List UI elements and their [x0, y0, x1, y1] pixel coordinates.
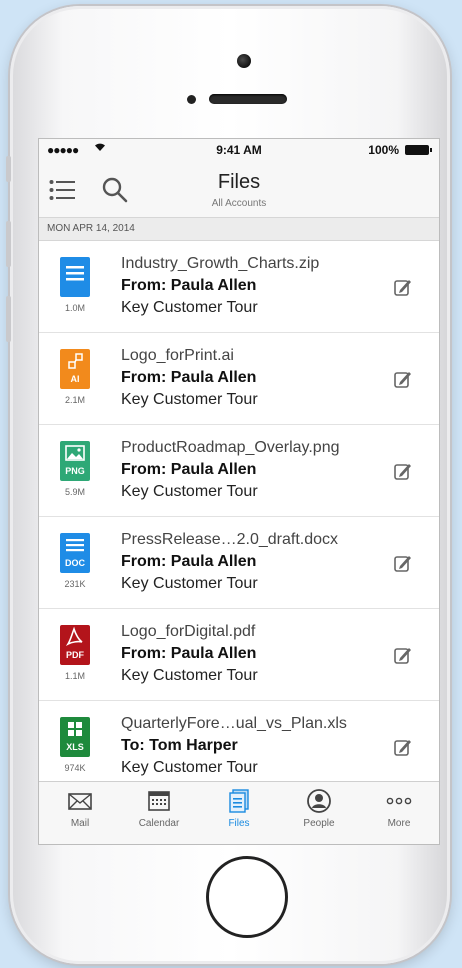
file-size: 2.1M	[64, 395, 85, 405]
page-title: Files	[217, 171, 261, 193]
doc-file-icon: DOC	[60, 533, 90, 573]
files-icon	[226, 788, 252, 814]
tab-files[interactable]: Files	[204, 788, 274, 829]
tab-more[interactable]: More	[364, 788, 434, 829]
tab-people[interactable]: People	[284, 788, 354, 829]
tab-label: People	[303, 818, 335, 829]
tab-label: Calendar	[138, 818, 180, 829]
file-name: Logo_forDigital.pdf	[121, 623, 256, 640]
file-type-tag: PDF	[66, 650, 84, 660]
proximity-sensor	[187, 95, 196, 104]
tab-label: Mail	[70, 818, 90, 829]
navigation-bar: Files All Accounts	[39, 161, 439, 218]
file-name: ProductRoadmap_Overlay.png	[121, 439, 340, 456]
app-screen: ●●●●● 9:41 AM 100% Files All Accounts MO…	[38, 138, 440, 845]
status-bar: ●●●●● 9:41 AM 100%	[39, 139, 439, 161]
home-button[interactable]	[206, 856, 288, 938]
more-icon	[386, 788, 412, 814]
file-type-tag: PNG	[65, 466, 85, 476]
tab-mail[interactable]: Mail	[45, 788, 115, 829]
pdf-file-icon: PDF	[60, 625, 90, 665]
file-row[interactable]: XLS 974K QuarterlyFore…ual_vs_Plan.xls T…	[39, 701, 439, 793]
png-file-icon: PNG	[60, 441, 90, 481]
file-row[interactable]: PNG 5.9M ProductRoadmap_Overlay.png From…	[39, 425, 439, 517]
file-sender: From: Paula Allen	[121, 277, 257, 294]
file-name: PressRelease…2.0_draft.docx	[121, 531, 338, 548]
compose-icon[interactable]	[393, 277, 413, 297]
file-sender: From: Paula Allen	[121, 369, 257, 386]
mail-icon	[67, 788, 93, 814]
file-sender: From: Paula Allen	[121, 461, 257, 478]
tab-label: More	[387, 818, 411, 829]
file-row[interactable]: AI 2.1M Logo_forPrint.ai From: Paula All…	[39, 333, 439, 425]
file-list: 1.0M Industry_Growth_Charts.zip From: Pa…	[39, 241, 439, 793]
file-size: 231K	[64, 579, 86, 589]
mute-switch	[6, 156, 11, 182]
compose-icon[interactable]	[393, 369, 413, 389]
tab-calendar[interactable]: Calendar	[124, 788, 194, 829]
file-type-tag: XLS	[66, 742, 84, 752]
front-camera	[237, 54, 251, 68]
account-filter[interactable]: All Accounts	[39, 198, 439, 209]
file-name: Logo_forPrint.ai	[121, 347, 234, 364]
date-section-header: MON APR 14, 2014	[39, 218, 439, 241]
volume-down-button	[6, 296, 11, 342]
file-group: Key Customer Tour	[121, 667, 258, 684]
tab-label: Files	[228, 818, 250, 829]
xls-file-icon: XLS	[60, 717, 90, 757]
people-icon	[306, 788, 332, 814]
compose-icon[interactable]	[393, 461, 413, 481]
file-row[interactable]: 1.0M Industry_Growth_Charts.zip From: Pa…	[39, 241, 439, 333]
battery-icon	[405, 145, 432, 155]
ai-file-icon: AI	[60, 349, 90, 389]
file-sender: To: Tom Harper	[121, 737, 238, 754]
volume-up-button	[6, 221, 11, 267]
file-group: Key Customer Tour	[121, 299, 258, 316]
battery-percent: 100%	[368, 143, 399, 157]
file-size: 1.1M	[64, 671, 85, 681]
calendar-icon	[146, 788, 172, 814]
compose-icon[interactable]	[393, 737, 413, 757]
file-type-tag: DOC	[65, 558, 85, 568]
zip-file-icon	[60, 257, 90, 297]
file-row[interactable]: PDF 1.1M Logo_forDigital.pdf From: Paula…	[39, 609, 439, 701]
file-type-tag: AI	[70, 374, 80, 384]
compose-icon[interactable]	[393, 645, 413, 665]
file-row[interactable]: DOC 231K PressRelease…2.0_draft.docx Fro…	[39, 517, 439, 609]
file-name: QuarterlyFore…ual_vs_Plan.xls	[121, 715, 347, 732]
compose-icon[interactable]	[393, 553, 413, 573]
file-size: 974K	[64, 763, 86, 773]
file-group: Key Customer Tour	[121, 391, 258, 408]
file-sender: From: Paula Allen	[121, 553, 257, 570]
file-size: 5.9M	[64, 487, 85, 497]
file-group: Key Customer Tour	[121, 483, 258, 500]
file-group: Key Customer Tour	[121, 759, 258, 776]
tab-bar: Mail Calendar Files People More	[39, 781, 439, 844]
file-size: 1.0M	[64, 303, 85, 313]
file-name: Industry_Growth_Charts.zip	[121, 255, 320, 272]
earpiece-speaker	[209, 94, 287, 104]
file-group: Key Customer Tour	[121, 575, 258, 592]
file-sender: From: Paula Allen	[121, 645, 257, 662]
